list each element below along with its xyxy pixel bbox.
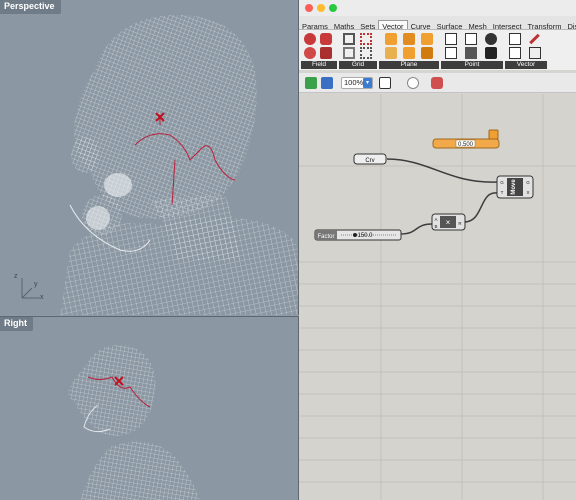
factor-label: Factor xyxy=(317,234,334,240)
perspective-viewport[interactable]: Perspective z y x xyxy=(0,0,299,315)
tab-maths[interactable]: Maths xyxy=(331,21,357,29)
panel-label-vector[interactable]: Vector xyxy=(505,61,547,69)
component-tabs: Params Maths Sets Vector Curve Surface Mesh Int… xyxy=(299,16,576,29)
multiply-symbol: × xyxy=(446,218,451,227)
panel-grid: Grid xyxy=(339,31,377,69)
panel-label-plane[interactable]: Plane xyxy=(379,61,439,69)
field-icon[interactable] xyxy=(304,47,316,59)
wire-multiply-to-move xyxy=(463,192,498,223)
zoom-value: 100% xyxy=(344,78,364,87)
wire-factor-to-multiply xyxy=(399,223,433,235)
axis-y-label: y xyxy=(34,281,38,288)
multiply-component[interactable]: × A B R xyxy=(431,213,466,231)
plane-icon[interactable] xyxy=(403,33,415,45)
canvas-grid xyxy=(299,94,576,500)
perspective-wireframe xyxy=(21,14,298,315)
zoom-extents-icon[interactable] xyxy=(379,77,391,89)
number-slider[interactable]: 0.500 xyxy=(432,129,500,149)
slider-value: 0.500 xyxy=(458,142,474,148)
point-icon[interactable] xyxy=(465,33,477,45)
tab-surface[interactable]: Surface xyxy=(434,21,466,29)
perspective-title[interactable]: Perspective xyxy=(0,0,61,14)
move-input-g: G xyxy=(500,180,504,185)
field-icon[interactable] xyxy=(320,33,332,45)
multiply-input-a: A xyxy=(434,217,437,222)
move-output-g: G xyxy=(526,180,530,185)
point-icon[interactable] xyxy=(445,33,457,45)
plane-icon[interactable] xyxy=(421,33,433,45)
zoom-select[interactable]: 100% ▾ xyxy=(341,77,373,89)
move-input-t: T xyxy=(501,190,504,195)
axis-x-label: x xyxy=(40,294,44,301)
grid-icon[interactable] xyxy=(343,33,355,45)
app-root: Perspective z y x Right Params Maths Sets V xyxy=(0,0,576,500)
panel-point: Point xyxy=(441,31,503,69)
ribbon: Field Grid Plane Point Vector xyxy=(299,29,576,70)
plane-icon[interactable] xyxy=(403,47,415,59)
canvas-graph: 0.500 Crv Factor 150.0 × A B R Move G T … xyxy=(299,94,576,500)
vector-icon[interactable] xyxy=(529,47,541,59)
panel-label-point[interactable]: Point xyxy=(441,61,503,69)
new-document-icon[interactable] xyxy=(305,77,317,89)
factor-value: 150.0 xyxy=(357,233,373,239)
point-icon[interactable] xyxy=(485,33,497,45)
grid-icon[interactable] xyxy=(360,47,372,59)
wire-crv-to-move xyxy=(386,158,498,183)
tab-intersect[interactable]: Intersect xyxy=(490,21,525,29)
right-title[interactable]: Right xyxy=(0,317,33,331)
move-output-x: X xyxy=(526,190,529,195)
crv-param[interactable]: Crv xyxy=(353,153,387,165)
plane-icon[interactable] xyxy=(385,33,397,45)
right-viewport[interactable]: Right xyxy=(0,316,299,500)
vector-icon[interactable] xyxy=(529,33,540,45)
save-icon[interactable] xyxy=(321,77,333,89)
crv-label: Crv xyxy=(365,158,374,164)
tab-curve[interactable]: Curve xyxy=(408,21,434,29)
canvas-toolbar: 100% ▾ xyxy=(299,73,576,93)
tab-sets[interactable]: Sets xyxy=(357,21,378,29)
point-icon[interactable] xyxy=(465,47,477,59)
vector-icon[interactable] xyxy=(509,33,521,45)
grasshopper-canvas[interactable]: 0.500 Crv Factor 150.0 × A B R Move G T … xyxy=(299,94,576,500)
tab-vector[interactable]: Vector xyxy=(378,20,408,29)
move-label: Move xyxy=(511,179,517,195)
multiply-input-b: B xyxy=(434,224,437,229)
right-head-mesh xyxy=(68,345,156,436)
factor-slider[interactable]: Factor 150.0 xyxy=(314,229,402,241)
field-icon[interactable] xyxy=(320,47,332,59)
plane-icon[interactable] xyxy=(421,47,433,59)
panel-label-field[interactable]: Field xyxy=(301,61,337,69)
panel-vector: Vector xyxy=(505,31,547,69)
panel-label-grid[interactable]: Grid xyxy=(339,61,377,69)
plane-icon[interactable] xyxy=(385,47,397,59)
chevron-down-icon: ▾ xyxy=(363,78,372,88)
grid-icon[interactable] xyxy=(360,33,372,45)
grasshopper-window: Params Maths Sets Vector Curve Surface Mesh Int… xyxy=(299,0,576,500)
point-icon[interactable] xyxy=(445,47,457,59)
zoom-button[interactable] xyxy=(329,4,337,12)
head-mesh xyxy=(74,14,257,219)
title-bar xyxy=(299,0,576,16)
move-component[interactable]: Move G T G X xyxy=(496,175,534,199)
axis-z-label: z xyxy=(14,273,18,280)
vector-icon[interactable] xyxy=(509,47,521,59)
close-button[interactable] xyxy=(305,4,313,12)
right-torso-mesh xyxy=(80,441,200,500)
minimize-button[interactable] xyxy=(317,4,325,12)
tab-transform[interactable]: Transform xyxy=(525,21,565,29)
right-wireframe xyxy=(68,345,200,500)
ear-mesh xyxy=(71,137,99,173)
bake-icon[interactable] xyxy=(431,77,443,89)
panel-field: Field xyxy=(301,31,337,69)
tab-mesh[interactable]: Mesh xyxy=(465,21,489,29)
field-icon[interactable] xyxy=(304,33,316,45)
point-icon[interactable] xyxy=(485,47,497,59)
panel-plane: Plane xyxy=(379,31,439,69)
tab-display[interactable]: Display xyxy=(564,21,576,29)
tab-params[interactable]: Params xyxy=(299,21,331,29)
preview-eye-icon[interactable] xyxy=(407,77,419,89)
grid-icon[interactable] xyxy=(343,47,355,59)
